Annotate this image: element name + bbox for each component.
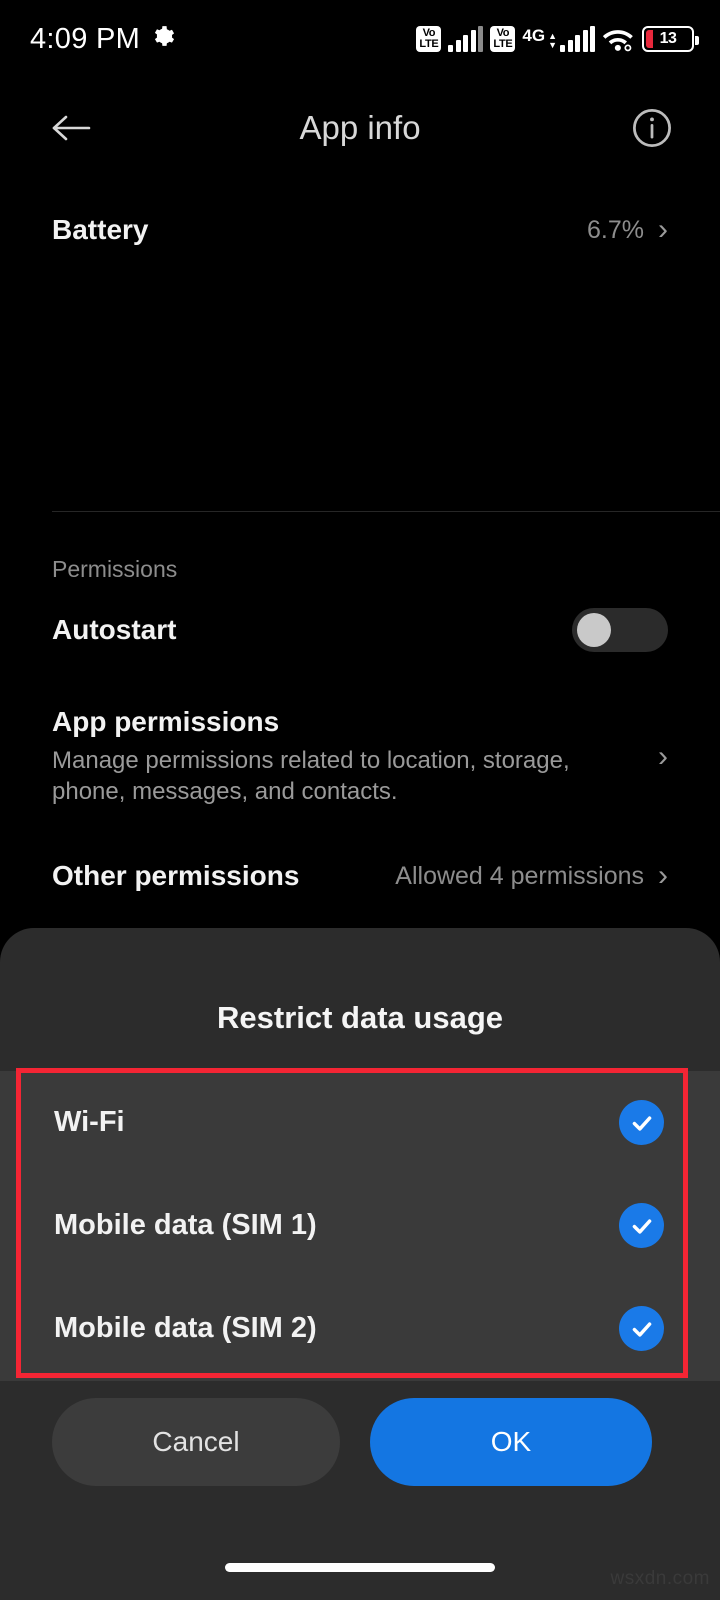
other-permissions-value: Allowed 4 permissions: [395, 861, 644, 890]
battery-icon: 13: [642, 26, 699, 52]
settings-list: Battery 6.7% › Permissions Autostart App…: [0, 178, 720, 1116]
volte-sim1-icon: Vo LTE: [416, 26, 442, 52]
phone-screen: 4:09 PM Vo LTE Vo LTE 4G ▲ ▼ 13 App info…: [0, 0, 720, 1600]
checkbox-checked-icon[interactable]: [619, 1100, 664, 1145]
option-label: Wi-Fi: [54, 1106, 125, 1138]
signal-bars-sim2-icon: [560, 26, 595, 52]
gear-icon: [150, 24, 175, 54]
dialog-title: Restrict data usage: [217, 1000, 503, 1035]
cancel-button[interactable]: Cancel: [52, 1398, 340, 1486]
checkbox-checked-icon[interactable]: [619, 1306, 664, 1351]
battery-value: 6.7%: [587, 215, 644, 244]
restrict-data-usage-dialog: Restrict data usage Wi-Fi Mobile data (S…: [0, 928, 720, 1600]
dialog-actions: Cancel OK: [0, 1398, 720, 1486]
checkbox-checked-icon[interactable]: [619, 1203, 664, 1248]
app-permissions-label: App permissions: [52, 706, 280, 737]
volte-sim2-icon: Vo LTE: [490, 26, 516, 52]
dialog-option-mobile-data-sim2[interactable]: Mobile data (SIM 2): [0, 1277, 720, 1380]
ok-button[interactable]: OK: [370, 1398, 652, 1486]
section-divider: [52, 511, 720, 512]
section-header-permissions: Permissions: [52, 556, 178, 582]
app-permissions-text-group: App permissions Manage permissions relat…: [52, 706, 597, 807]
dialog-options-list: Wi-Fi Mobile data (SIM 1) Mobile data (S…: [0, 1071, 720, 1381]
mobile-network-icon: 4G ▲ ▼: [522, 26, 595, 52]
status-bar: 4:09 PM Vo LTE Vo LTE 4G ▲ ▼ 13: [0, 0, 720, 78]
other-permissions-value-group: Allowed 4 permissions ›: [395, 861, 668, 891]
settings-row-app-permissions[interactable]: App permissions Manage permissions relat…: [0, 706, 720, 807]
watermark: wsxdn.com: [610, 1568, 710, 1589]
dialog-option-wifi[interactable]: Wi-Fi: [0, 1071, 720, 1174]
toggle-knob: [577, 613, 611, 647]
battery-value-group: 6.7% ›: [587, 215, 668, 245]
status-bar-left: 4:09 PM: [30, 23, 175, 56]
home-indicator[interactable]: [225, 1563, 495, 1572]
network-type-label: 4G: [522, 26, 546, 45]
status-bar-icons: Vo LTE Vo LTE 4G ▲ ▼ 13: [416, 26, 699, 52]
settings-row-autostart[interactable]: Autostart: [0, 608, 720, 670]
settings-row-battery[interactable]: Battery 6.7% ›: [0, 178, 720, 282]
settings-row-other-permissions[interactable]: Other permissions Allowed 4 permissions …: [0, 860, 720, 892]
dialog-option-mobile-data-sim1[interactable]: Mobile data (SIM 1): [0, 1174, 720, 1277]
chevron-right-icon: ›: [658, 859, 668, 892]
option-label: Mobile data (SIM 1): [54, 1209, 317, 1241]
option-label: Mobile data (SIM 2): [54, 1312, 317, 1344]
chevron-right-icon: ›: [658, 739, 668, 773]
info-circle-icon[interactable]: [630, 106, 674, 150]
signal-bars-sim1-icon: [448, 26, 484, 52]
wifi-icon: [602, 26, 635, 52]
other-permissions-label: Other permissions: [52, 860, 300, 891]
data-arrows-icon: ▲ ▼: [548, 31, 557, 50]
autostart-label: Autostart: [52, 614, 177, 645]
chevron-right-icon: ›: [658, 213, 668, 246]
battery-label: Battery: [52, 214, 149, 245]
battery-percent-label: 13: [659, 30, 677, 47]
app-permissions-subtitle: Manage permissions related to location, …: [52, 747, 570, 805]
app-bar: App info: [0, 78, 720, 178]
page-title: App info: [299, 109, 421, 146]
autostart-toggle[interactable]: [572, 608, 668, 652]
status-bar-clock: 4:09 PM: [30, 22, 141, 55]
